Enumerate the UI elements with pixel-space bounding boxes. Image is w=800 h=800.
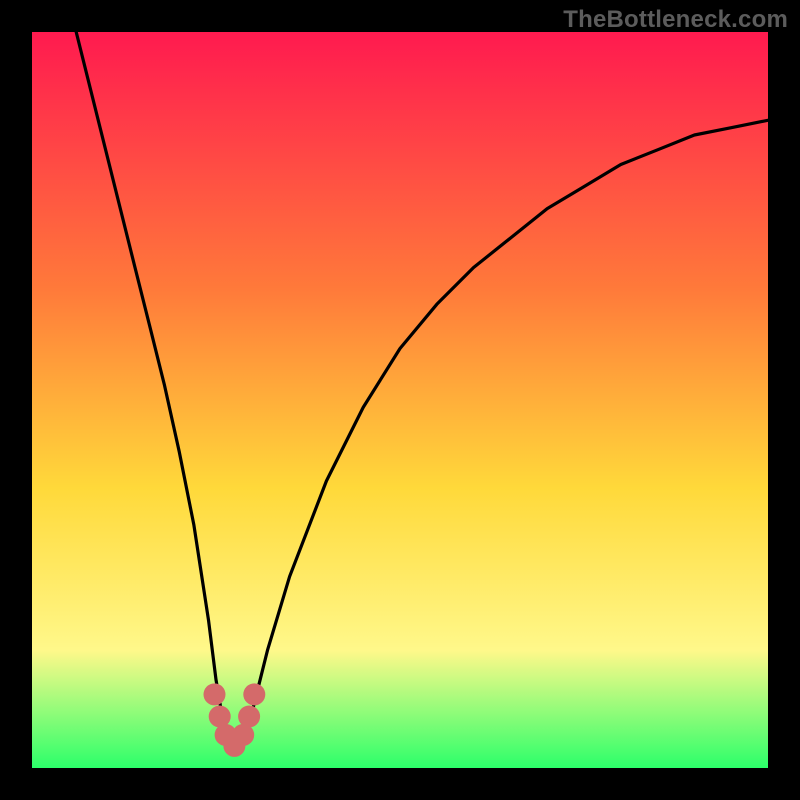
bottleneck-chart: [32, 32, 768, 768]
gradient-background: [32, 32, 768, 768]
marker-dot: [243, 683, 265, 705]
plot-area: [32, 32, 768, 768]
chart-frame: TheBottleneck.com: [0, 0, 800, 800]
watermark-text: TheBottleneck.com: [563, 6, 788, 34]
marker-dot: [238, 706, 260, 728]
marker-dot: [204, 683, 226, 705]
